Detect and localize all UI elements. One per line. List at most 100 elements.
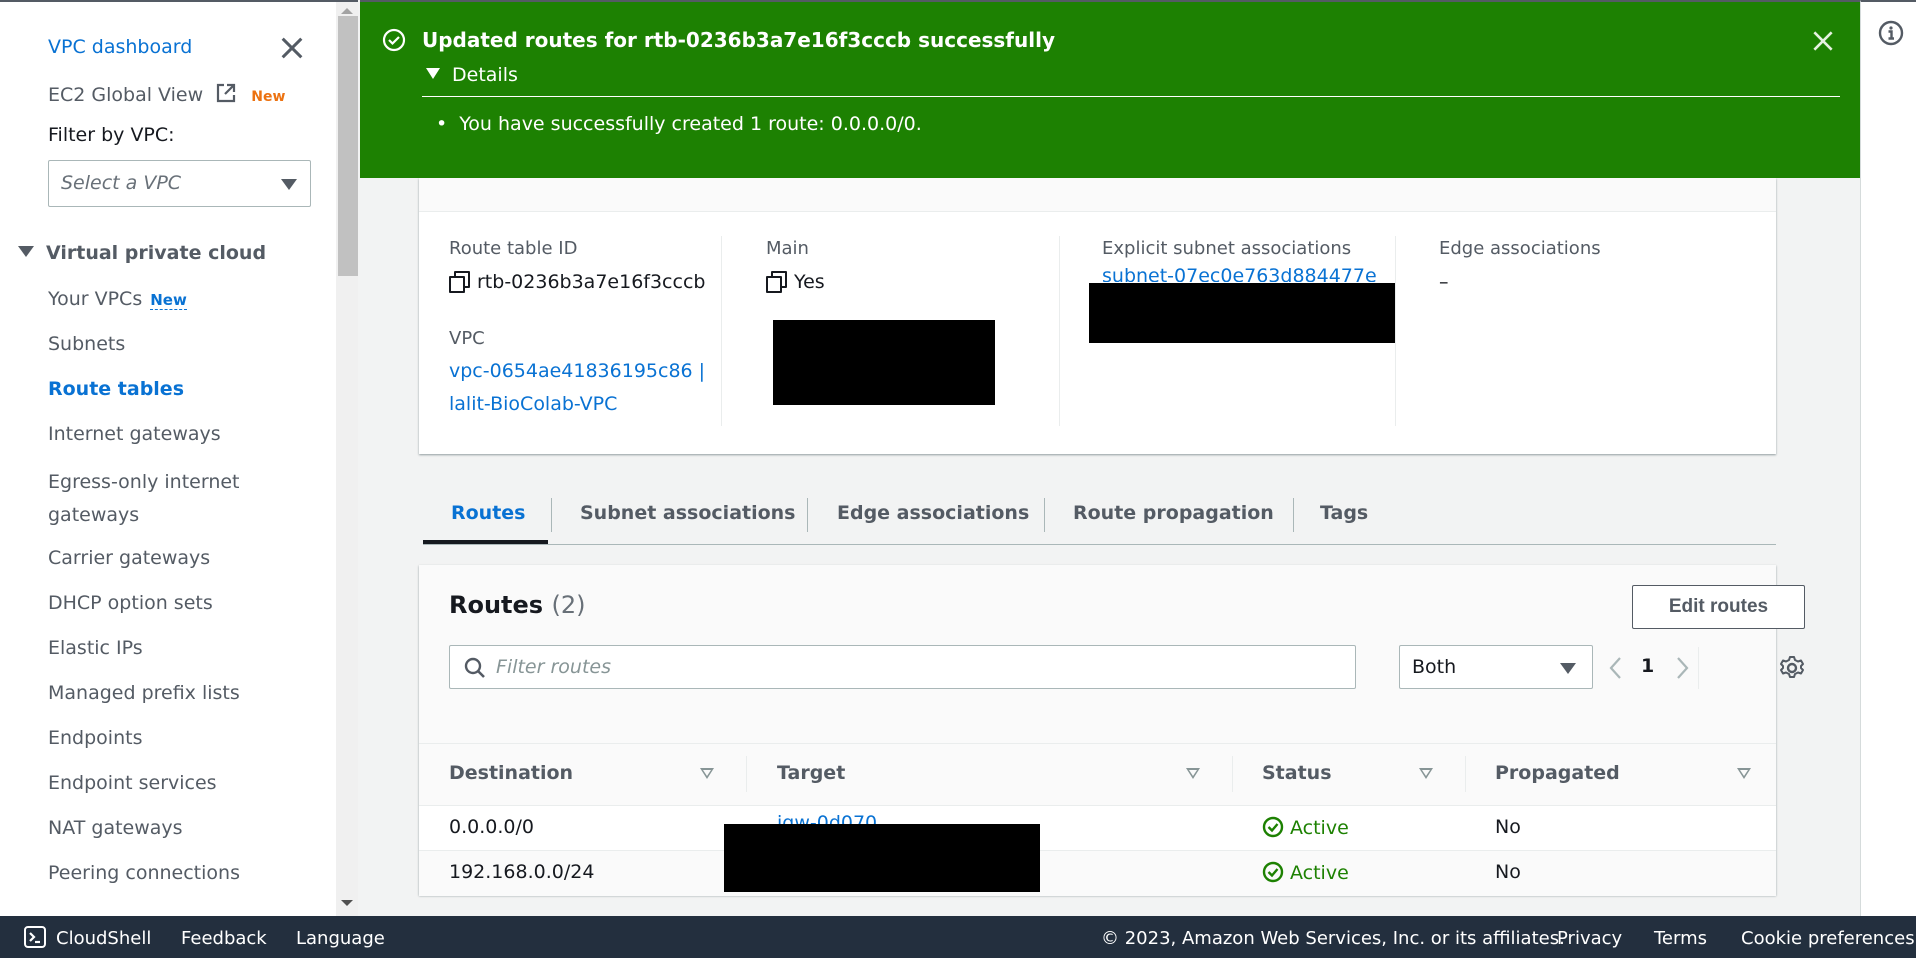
- sidebar-item-managed-prefix-lists[interactable]: Managed prefix lists: [48, 682, 240, 704]
- search-icon: [464, 657, 485, 678]
- terms-link[interactable]: Terms: [1654, 928, 1707, 949]
- table-row: 0.0.0.0/0 igw-0d070... Active No: [419, 806, 1776, 851]
- feedback-link[interactable]: Feedback: [181, 928, 267, 949]
- explicit-subnet-associations-label: Explicit subnet associations: [1102, 238, 1352, 259]
- vpc-select-placeholder: Select a VPC: [61, 172, 182, 194]
- copy-icon[interactable]: [766, 271, 787, 293]
- vpc-link-id: vpc-0654ae41836195c86 |: [449, 360, 706, 382]
- sidebar-item-carrier-gateways[interactable]: Carrier gateways: [48, 547, 210, 569]
- current-page-number[interactable]: 1: [1641, 655, 1654, 677]
- sidebar: VPC dashboard EC2 Global View New Filter…: [0, 0, 336, 916]
- active-tab-indicator: [423, 540, 548, 544]
- cloudshell-link[interactable]: CloudShell: [56, 928, 151, 949]
- language-link[interactable]: Language: [296, 928, 385, 949]
- sidebar-ec2-global-view-label: EC2 Global View: [48, 84, 204, 106]
- main-content: Route table ID rtb-0236b3a7e16f3cccb VPC…: [360, 0, 1860, 916]
- previous-page-icon[interactable]: [1605, 655, 1627, 681]
- sidebar-scrollbar-thumb[interactable]: [338, 16, 358, 276]
- route-type-select[interactable]: Both: [1399, 645, 1593, 689]
- column-header-status[interactable]: Status: [1262, 762, 1332, 784]
- tab-tags[interactable]: Tags: [1320, 502, 1368, 524]
- route-table-summary: Route table ID rtb-0236b3a7e16f3cccb VPC…: [419, 178, 1776, 454]
- caret-down-icon: [426, 68, 440, 79]
- sidebar-item-nat-gateways[interactable]: NAT gateways: [48, 817, 183, 839]
- sidebar-ec2-global-view[interactable]: EC2 Global View New: [48, 82, 285, 106]
- tab-divider: [1044, 498, 1045, 532]
- gear-icon[interactable]: [1779, 655, 1805, 681]
- sidebar-item-peering-connections[interactable]: Peering connections: [48, 862, 240, 884]
- tab-divider: [551, 498, 552, 532]
- status-success-icon: [1262, 861, 1284, 883]
- detail-tabs: Routes Subnet associations Edge associat…: [423, 492, 1776, 545]
- summary-header: [419, 178, 1776, 212]
- tab-routes[interactable]: Routes: [451, 502, 526, 524]
- caret-down-icon: [18, 246, 34, 257]
- flash-divider: [422, 96, 1840, 97]
- tab-divider: [807, 498, 808, 532]
- route-propagated: No: [1495, 816, 1521, 838]
- vpc-filter-select[interactable]: Select a VPC: [48, 160, 311, 207]
- cookie-preferences-link[interactable]: Cookie preferences: [1741, 928, 1915, 949]
- tab-subnet-associations[interactable]: Subnet associations: [580, 502, 796, 524]
- close-icon[interactable]: [1810, 28, 1836, 54]
- sort-icon[interactable]: [1186, 768, 1200, 779]
- sort-icon[interactable]: [1419, 768, 1433, 779]
- success-check-icon: [382, 28, 406, 52]
- sidebar-item-dhcp-option-sets[interactable]: DHCP option sets: [48, 592, 213, 614]
- sort-icon[interactable]: [700, 768, 714, 779]
- section-title: Virtual private cloud: [46, 242, 267, 264]
- sidebar-item-your-vpcs[interactable]: Your VPCs New: [48, 288, 187, 310]
- table-row: 192.168.0.0/24 Active No: [419, 851, 1776, 896]
- next-page-icon[interactable]: [1671, 655, 1693, 681]
- column-divider[interactable]: [1465, 756, 1466, 792]
- filter-by-vpc-label: Filter by VPC:: [48, 124, 175, 146]
- info-icon[interactable]: [1878, 20, 1904, 46]
- route-status-text: Active: [1290, 862, 1349, 884]
- sidebar-section-virtual-private-cloud[interactable]: Virtual private cloud: [18, 242, 266, 264]
- close-sidebar-icon[interactable]: [278, 34, 306, 62]
- sidebar-item-endpoint-services[interactable]: Endpoint services: [48, 772, 217, 794]
- column-header-target[interactable]: Target: [777, 762, 845, 784]
- sidebar-item-elastic-ips[interactable]: Elastic IPs: [48, 637, 143, 659]
- vpc-link-name: lalit-BioColab-VPC: [449, 393, 618, 415]
- route-destination: 192.168.0.0/24: [449, 861, 595, 883]
- cloudshell-icon[interactable]: [24, 926, 46, 948]
- sidebar-vpc-dashboard-link[interactable]: VPC dashboard: [48, 36, 192, 58]
- new-badge: New: [251, 89, 286, 105]
- sidebar-item-subnets[interactable]: Subnets: [48, 333, 125, 355]
- main-value: Yes: [766, 271, 825, 293]
- vpc-link[interactable]: vpc-0654ae41836195c86 | lalit-BioColab-V…: [449, 355, 705, 421]
- sidebar-item-route-tables[interactable]: Route tables: [48, 378, 184, 400]
- column-header-destination[interactable]: Destination: [449, 762, 573, 784]
- copyright-text: © 2023, Amazon Web Services, Inc. or its…: [1101, 928, 1565, 949]
- route-table-id-value: rtb-0236b3a7e16f3cccb: [449, 271, 705, 293]
- tab-route-propagation[interactable]: Route propagation: [1073, 502, 1274, 524]
- edge-associations-label: Edge associations: [1439, 238, 1601, 259]
- column-divider[interactable]: [746, 756, 747, 792]
- scroll-down-icon[interactable]: [341, 900, 353, 906]
- column-header-propagated[interactable]: Propagated: [1495, 762, 1620, 784]
- tab-edge-associations[interactable]: Edge associations: [837, 502, 1029, 524]
- help-panel-rail: [1860, 0, 1916, 916]
- routes-table-header: Destination Target Status Propagated: [419, 743, 1776, 806]
- flash-details-toggle[interactable]: Details: [426, 64, 518, 86]
- sidebar-scrollbar[interactable]: [336, 0, 358, 916]
- sidebar-item-endpoints[interactable]: Endpoints: [48, 727, 142, 749]
- success-flash-banner: Updated routes for rtb-0236b3a7e16f3cccb…: [360, 2, 1860, 178]
- routes-panel: Routes (2) Edit routes Both 1 Destinatio…: [419, 565, 1805, 896]
- scroll-up-icon[interactable]: [341, 8, 353, 14]
- sidebar-item-internet-gateways[interactable]: Internet gateways: [48, 423, 221, 445]
- redacted-region: [724, 824, 1040, 892]
- new-badge[interactable]: New: [150, 291, 187, 310]
- column-divider[interactable]: [1232, 756, 1233, 792]
- sidebar-item-label: gateways: [48, 504, 140, 526]
- sort-icon[interactable]: [1737, 768, 1751, 779]
- copy-icon[interactable]: [449, 271, 470, 293]
- explicit-subnet-link[interactable]: subnet-07ec0e763d884477e: [1102, 262, 1377, 282]
- edit-routes-button[interactable]: Edit routes: [1632, 585, 1805, 629]
- filter-routes-field[interactable]: [449, 645, 1356, 689]
- sidebar-item-label: Your VPCs: [48, 288, 143, 310]
- filter-routes-input[interactable]: [496, 654, 1336, 680]
- privacy-link[interactable]: Privacy: [1557, 928, 1622, 949]
- sidebar-item-egress-only-internet-gateways[interactable]: Egress-only internet gateways: [48, 466, 240, 532]
